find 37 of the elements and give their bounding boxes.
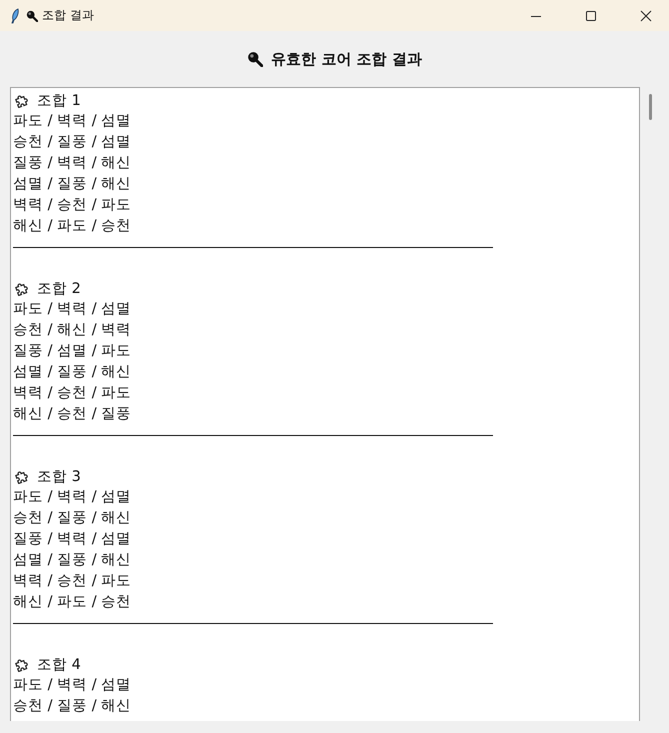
magnifier-icon [247,51,264,67]
combination-line: 질풍 / 벽력 / 해신 [13,154,132,173]
combination-title: 조합 4 [37,656,81,674]
combination-line: 질풍 / 섬멸 / 파도 [13,342,132,361]
heading: 유효한 코어 조합 결과 [271,50,422,68]
puzzle-icon [14,281,29,296]
combination-line: 해신 / 파도 / 승천 [13,217,132,236]
close-icon[interactable] [640,10,652,22]
text-area[interactable] [10,87,640,721]
feather-icon [10,8,20,24]
combination-line: 파도 / 벽력 / 섬멸 [13,676,132,695]
combination-line: 승천 / 해신 / 벽력 [13,321,132,340]
combination-line: 파도 / 벽력 / 섬멸 [13,300,132,319]
combination-line: 승천 / 질풍 / 해신 [13,509,132,528]
puzzle-icon [14,469,29,484]
window-title: 조합 결과 [42,7,94,24]
combination-line: 섬멸 / 질풍 / 해신 [13,551,132,570]
scrollbar-thumb[interactable] [649,94,652,120]
magnifier-icon [26,10,38,22]
combination-line: 섬멸 / 질풍 / 해신 [13,175,132,194]
combination-line: 섬멸 / 질풍 / 해신 [13,363,132,382]
combination-title: 조합 3 [37,468,81,486]
combination-title: 조합 2 [37,280,81,298]
puzzle-icon [14,657,29,672]
combination-line: 해신 / 파도 / 승천 [13,593,132,612]
combination-line: 승천 / 질풍 / 섬멸 [13,133,132,152]
combination-line: 질풍 / 벽력 / 섬멸 [13,530,132,549]
combination-line: 벽력 / 승천 / 파도 [13,572,132,591]
combination-line: 벽력 / 승천 / 파도 [13,196,132,215]
combination-line: 해신 / 승천 / 질풍 [13,405,132,424]
combination-title: 조합 1 [37,92,81,110]
maximize-icon[interactable] [585,10,597,22]
combination-line: 파도 / 벽력 / 섬멸 [13,488,132,507]
combination-line: 승천 / 질풍 / 해신 [13,697,132,716]
combination-line: 벽력 / 승천 / 파도 [13,384,132,403]
puzzle-icon [14,93,29,108]
combination-line: 파도 / 벽력 / 섬멸 [13,112,132,131]
